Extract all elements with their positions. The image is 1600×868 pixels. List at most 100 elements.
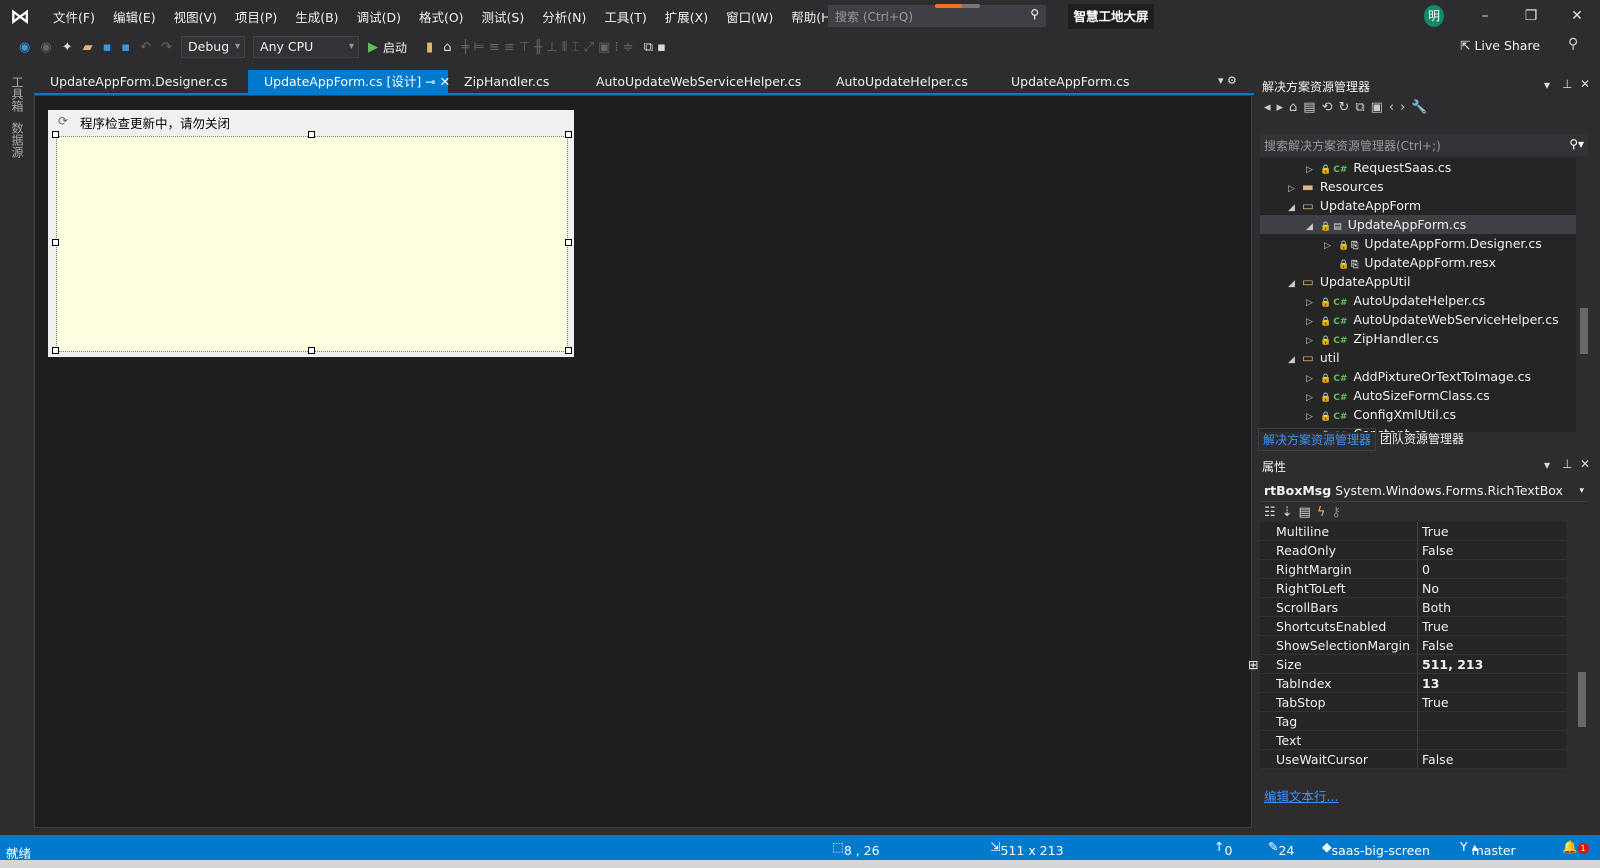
datasource-tab[interactable]: 数据源 [8,118,26,162]
tab-overflow-icon[interactable]: ▾ ⚙ [1218,74,1237,87]
property-value[interactable]: False [1418,636,1453,654]
property-row[interactable]: TabStop True [1260,693,1566,712]
document-tab[interactable]: UpdateAppForm.cs [995,70,1145,93]
pin-icon[interactable]: ⊥ [1562,77,1572,91]
tree-item[interactable]: ◢ ▭ UpdateAppForm [1260,196,1576,215]
start-icon[interactable]: ▶ [368,40,378,55]
document-tab[interactable]: ZipHandler.cs [448,70,580,93]
rich-text-box[interactable] [56,136,568,352]
resize-handle[interactable] [52,131,59,138]
new-project-icon[interactable]: ✦ [62,40,73,55]
menu-item[interactable]: 视图(V) [165,7,226,26]
menu-item[interactable]: 文件(F) [44,7,104,26]
tree-item[interactable]: ▷ 🔒 C# AddPixtureOrTextToImage.cs [1260,367,1576,386]
solution-search-input[interactable]: 搜索解决方案资源管理器(Ctrl+;) ⚲▾ [1260,134,1588,156]
tab-solution-explorer[interactable]: 解决方案资源管理器 [1258,428,1377,451]
property-row[interactable]: TabIndex 13 [1260,674,1566,693]
property-value[interactable]: Both [1418,598,1451,616]
property-value[interactable]: True [1418,522,1449,540]
tree-item[interactable]: ▷ 🔒 C# ZipHandler.cs [1260,329,1576,348]
menu-item[interactable]: 生成(B) [286,7,347,26]
tree-item[interactable]: ▷ 🔒 C# AutoUpdateHelper.cs [1260,291,1576,310]
menu-item[interactable]: 测试(S) [473,7,534,26]
document-tab[interactable]: AutoUpdateWebServiceHelper.cs [580,70,820,93]
property-row[interactable]: Tag [1260,712,1566,731]
tree-item[interactable]: ▷ 🔒 C# AutoUpdateWebServiceHelper.cs [1260,310,1576,329]
resize-handle[interactable] [565,131,572,138]
push-status[interactable]: ↑ 0 [1214,839,1232,858]
panel-menu-icon[interactable]: ▾ [1544,78,1550,92]
tree-item[interactable]: 🔒 ⎘ UpdateAppForm.resx [1260,253,1576,272]
menu-item[interactable]: 扩展(X) [656,7,717,26]
search-input[interactable]: 搜索 (Ctrl+Q) ⚲ [828,5,1046,27]
restore-button[interactable]: ❐ [1516,4,1546,28]
properties-toolbar-icons[interactable]: ☷⇣▤ϟ⚷ [1264,505,1347,520]
property-row[interactable]: Multiline True [1260,522,1566,541]
feedback-icon[interactable]: ⚲ [1568,36,1578,52]
close-button[interactable]: ✕ [1562,4,1592,28]
tree-item[interactable]: ▷ 🔒 ⎘ UpdateAppForm.Designer.cs [1260,234,1576,253]
object-selector[interactable]: rtBoxMsg System.Windows.Forms.RichTextBo… [1260,480,1588,502]
property-row[interactable]: RightToLeft No [1260,579,1566,598]
tree-item[interactable]: ◢ ▭ UpdateAppUtil [1260,272,1576,291]
start-button[interactable]: 启动 [383,39,407,56]
menu-item[interactable]: 工具(T) [595,7,655,26]
edit-lines-link[interactable]: 编辑文本行... [1264,786,1338,805]
redo-icon[interactable]: ↷ [161,40,172,55]
properties-scrollbar[interactable] [1576,522,1588,766]
property-value[interactable] [1418,712,1422,730]
tree-item[interactable]: ▷ 🔒 C# AutoSizeFormClass.cs [1260,386,1576,405]
tree-item[interactable]: ▷ 🔒 C# ConfigXmlUtil.cs [1260,405,1576,424]
property-value[interactable]: True [1418,693,1449,711]
resize-handle[interactable] [565,239,572,246]
platform-select[interactable]: Any CPU [253,36,360,58]
resize-handle[interactable] [308,131,315,138]
property-value[interactable]: False [1418,750,1453,768]
open-icon[interactable]: ▰ [83,40,93,55]
forward-icon[interactable]: ◉ [40,40,51,55]
tree-scrollbar[interactable] [1578,158,1590,432]
tab-order-icon[interactable]: ⌂ [443,40,451,55]
property-value[interactable]: True [1418,617,1449,635]
property-value[interactable]: 13 [1418,674,1439,692]
resize-handle[interactable] [308,347,315,354]
menu-item[interactable]: 编辑(E) [104,7,165,26]
tree-item[interactable]: ◢ ▭ util [1260,348,1576,367]
property-row[interactable]: ReadOnly False [1260,541,1566,560]
property-row[interactable]: ⊞ Size 511, 213 [1248,655,1566,674]
menu-item[interactable]: 窗口(W) [717,7,782,26]
resize-handle[interactable] [565,347,572,354]
notifications-icon[interactable]: 🔔 1 [1562,839,1589,855]
menu-item[interactable]: 调试(D) [348,7,410,26]
document-tab[interactable]: UpdateAppForm.Designer.cs [34,70,248,93]
resize-handle[interactable] [52,239,59,246]
solution-explorer-toolbar-icons[interactable]: ◂▸⌂▤⟲↻⧉▣‹›🔧 [1264,100,1434,115]
minimize-button[interactable]: – [1470,4,1500,28]
property-row[interactable]: ShortcutsEnabled True [1260,617,1566,636]
avatar[interactable]: 明 [1424,5,1444,27]
pin-close-icon[interactable]: ⊸ ✕ [421,74,450,89]
tree-item[interactable]: ▷ 🔒 C# RequestSaas.cs [1260,158,1576,177]
resize-handle[interactable] [52,347,59,354]
property-value[interactable]: False [1418,541,1453,559]
toolbox-tab[interactable]: 工具箱 [8,72,26,116]
pin-icon[interactable]: ⊥ [1562,457,1572,471]
menu-item[interactable]: 格式(O) [410,7,473,26]
property-row[interactable]: Text [1260,731,1566,750]
configuration-select[interactable]: Debug [181,36,246,58]
branch-status[interactable]: Y master ▴ [1460,839,1516,858]
close-panel-icon[interactable]: ✕ [1580,77,1590,91]
property-value[interactable] [1418,731,1422,749]
edits-status[interactable]: ✎ 24 [1268,839,1294,858]
property-row[interactable]: UseWaitCursor False [1260,750,1566,769]
property-row[interactable]: ShowSelectionMargin False [1260,636,1566,655]
tree-item[interactable]: ▷ ▬ Resources [1260,177,1576,196]
property-row[interactable]: RightMargin 0 [1260,560,1566,579]
tab-team-explorer[interactable]: 团队资源管理器 [1376,428,1468,451]
menu-item[interactable]: 项目(P) [226,7,286,26]
bring-front-icon[interactable]: ⧉ ▪ [644,40,666,55]
undo-icon[interactable]: ↶ [140,40,151,55]
repo-status[interactable]: ◆ saas-big-screen [1322,839,1430,858]
find-icon[interactable]: ▮ [426,40,433,55]
save-icon[interactable]: ▪ [103,40,112,55]
